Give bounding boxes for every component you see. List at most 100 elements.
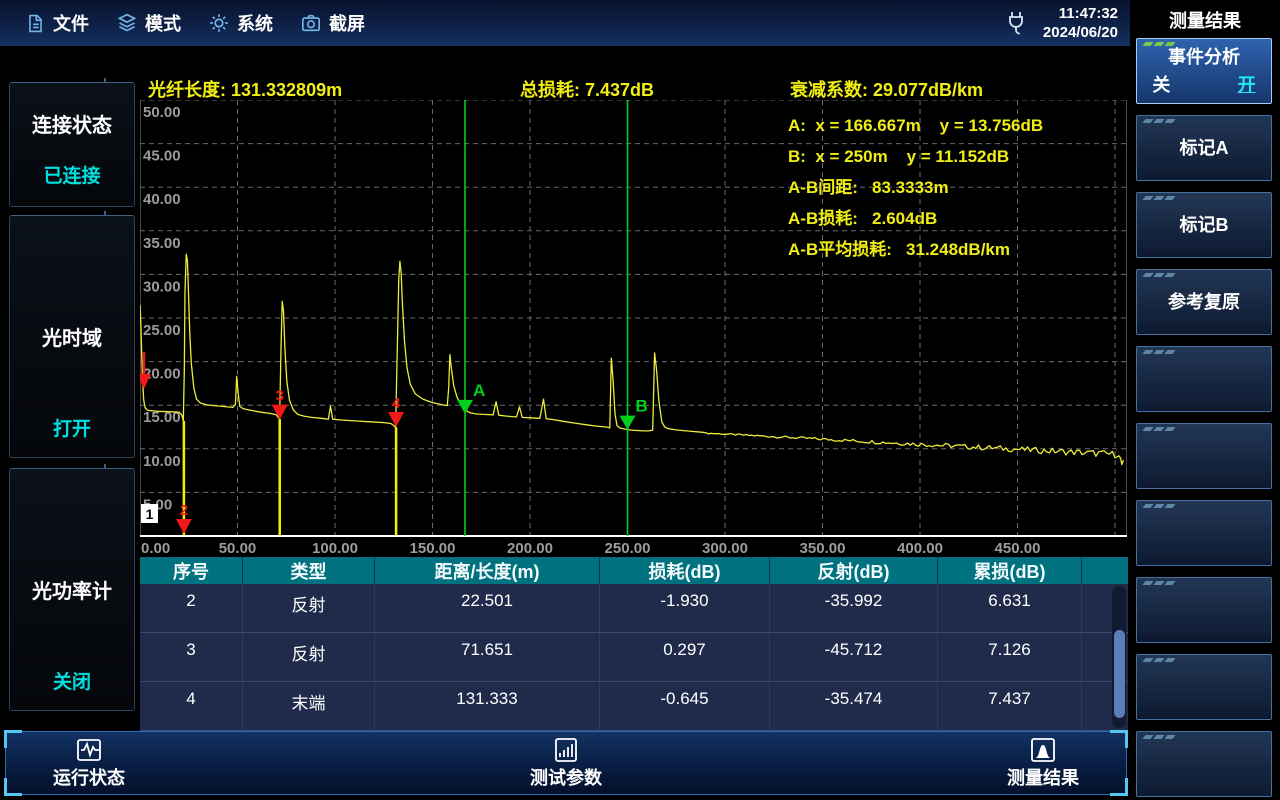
- panel-otdr[interactable]: 光时域打开: [9, 215, 135, 458]
- button-corner-stripes-icon: [1144, 273, 1174, 277]
- y-axis-tick-label: 25.00: [143, 322, 181, 339]
- y-axis-tick-label: 10.00: [143, 453, 181, 470]
- table-cell: 3: [140, 633, 243, 681]
- table-cell: -35.474: [770, 682, 938, 730]
- right-control-panel: 测量结果 事件分析关开标记A标记B参考复原: [1130, 0, 1280, 800]
- y-axis-tick-label: 35.00: [143, 235, 181, 252]
- x-axis-tick-label: 100.00: [312, 540, 358, 557]
- annotation-line: A-B间距: 83.3333m: [788, 172, 1043, 203]
- event-arrow-icon: [176, 519, 192, 534]
- menu-item-mode[interactable]: 模式: [117, 10, 181, 36]
- x-axis-tick-label: 300.00: [702, 540, 748, 557]
- marker-a-label: A: [473, 381, 485, 400]
- summary-total-loss: 总损耗: 7.437dB: [520, 76, 654, 102]
- corner-accent: [1110, 730, 1128, 748]
- menu-item-system[interactable]: 系统: [209, 10, 273, 36]
- annotation-line: A-B平均损耗: 31.248dB/km: [788, 234, 1043, 265]
- softkey-label: 标记B: [1180, 214, 1229, 236]
- annotation-line: A: x = 166.667m y = 13.756dB: [788, 110, 1043, 141]
- table-scrollbar[interactable]: [1112, 586, 1126, 728]
- event-table-header: 序号类型距离/长度(m)损耗(dB)反射(dB)累损(dB): [140, 557, 1128, 584]
- bottom-tab-test-params[interactable]: 测试参数: [491, 737, 641, 790]
- softkey-reference-restore[interactable]: 参考复原: [1136, 269, 1272, 335]
- marker-a-triangle-icon: [457, 400, 473, 414]
- x-axis-tick-label: 450.00: [995, 540, 1041, 557]
- event-number: 4: [392, 395, 401, 412]
- y-axis-tick-label: 45.00: [143, 148, 181, 165]
- toggle-off[interactable]: 关: [1152, 71, 1170, 97]
- table-cell: 131.333: [375, 682, 600, 730]
- bottom-tab-label: 测试参数: [530, 764, 602, 790]
- menu-item-label: 截屏: [329, 10, 365, 36]
- annotation-line: B: x = 250m y = 11.152dB: [788, 141, 1043, 172]
- table-cell: 6.631: [938, 584, 1082, 632]
- screenshot-icon: [301, 14, 321, 32]
- bottom-tab-run-status[interactable]: 运行状态: [14, 737, 164, 790]
- measure-results-icon: [1029, 737, 1057, 763]
- summary-fiber-length: 光纤长度: 131.332809m: [148, 76, 342, 102]
- menu-item-label: 模式: [145, 10, 181, 36]
- table-cell: 71.651: [375, 633, 600, 681]
- table-scrollbar-thumb[interactable]: [1114, 630, 1125, 718]
- table-row[interactable]: 3反射71.6510.297-45.7127.126: [140, 633, 1128, 682]
- button-corner-stripes-icon: [1144, 42, 1174, 46]
- bottom-tab-label: 运行状态: [53, 764, 125, 790]
- table-cell: 反射: [243, 633, 375, 681]
- table-cell: 22.501: [375, 584, 600, 632]
- softkey-blank-3[interactable]: [1136, 500, 1272, 566]
- menu-item-file[interactable]: 文件: [26, 10, 89, 36]
- x-axis-tick-label: 250.00: [605, 540, 651, 557]
- softkey-marker-a[interactable]: 标记A: [1136, 115, 1272, 181]
- main-menu: 文件 模式 系统 截屏: [26, 10, 365, 36]
- button-corner-stripes-icon: [1144, 427, 1174, 431]
- bottom-tab-measure-results[interactable]: 测量结果: [968, 737, 1118, 790]
- table-cell: 反射: [243, 584, 375, 632]
- column-header: 累损(dB): [938, 557, 1082, 584]
- file-icon: [26, 14, 45, 33]
- bottom-tab-label: 测量结果: [1007, 764, 1079, 790]
- x-axis-tick-label: 400.00: [897, 540, 943, 557]
- column-header: 序号: [140, 557, 243, 584]
- softkey-marker-b[interactable]: 标记B: [1136, 192, 1272, 258]
- softkey-blank-5[interactable]: [1136, 654, 1272, 720]
- softkey-label: 事件分析: [1168, 46, 1240, 68]
- panel-connection[interactable]: 连接状态已连接: [9, 82, 135, 207]
- softkey-blank-2[interactable]: [1136, 423, 1272, 489]
- table-cell: 末端: [243, 682, 375, 730]
- menu-item-screenshot[interactable]: 截屏: [301, 10, 365, 36]
- otdr-chart[interactable]: 5.0010.0015.0020.0025.0030.0035.0040.004…: [140, 100, 1128, 558]
- table-cell: -45.712: [770, 633, 938, 681]
- event-table-body: 2反射22.501-1.930-35.9926.6313反射71.6510.29…: [140, 584, 1128, 731]
- table-cell: 0.297: [600, 633, 770, 681]
- column-header: 反射(dB): [770, 557, 938, 584]
- toggle-on[interactable]: 开: [1238, 71, 1256, 97]
- column-header: 损耗(dB): [600, 557, 770, 584]
- softkey-blank-6[interactable]: [1136, 731, 1272, 797]
- power-plug-icon: [1005, 10, 1027, 37]
- panel-power-meter[interactable]: 光功率计关闭: [9, 468, 135, 711]
- panel-title: 连接状态: [10, 109, 134, 138]
- system-icon: [209, 13, 229, 33]
- otdr-trace-line: [140, 254, 1123, 464]
- marker-b-triangle-icon: [620, 416, 636, 430]
- top-menu-bar: 文件 模式 系统 截屏 11:47:32 2024/06/20: [0, 0, 1130, 46]
- softkey-event-analysis[interactable]: 事件分析关开: [1136, 38, 1272, 104]
- column-header: 类型: [243, 557, 375, 584]
- marker-b-label: B: [636, 397, 648, 416]
- time-text: 11:47:32: [1043, 4, 1118, 23]
- annotation-line: A-B损耗: 2.604dB: [788, 203, 1043, 234]
- table-row[interactable]: 4末端131.333-0.645-35.4747.437: [140, 682, 1128, 731]
- event-arrow-icon: [388, 412, 404, 427]
- date-text: 2024/06/20: [1043, 23, 1118, 42]
- event-table: 序号类型距离/长度(m)损耗(dB)反射(dB)累损(dB) 2反射22.501…: [140, 557, 1128, 730]
- softkey-label: 参考复原: [1168, 291, 1240, 313]
- x-axis-tick-label: 350.00: [800, 540, 846, 557]
- table-row[interactable]: 2反射22.501-1.930-35.9926.631: [140, 584, 1128, 633]
- toggle-row: 关开: [1146, 71, 1261, 97]
- summary-attenuation: 衰减系数: 29.077dB/km: [790, 76, 983, 102]
- event-number: 3: [276, 388, 284, 405]
- panel-title: 光功率计: [10, 575, 134, 604]
- softkey-blank-4[interactable]: [1136, 577, 1272, 643]
- table-cell: -1.930: [600, 584, 770, 632]
- softkey-blank-1[interactable]: [1136, 346, 1272, 412]
